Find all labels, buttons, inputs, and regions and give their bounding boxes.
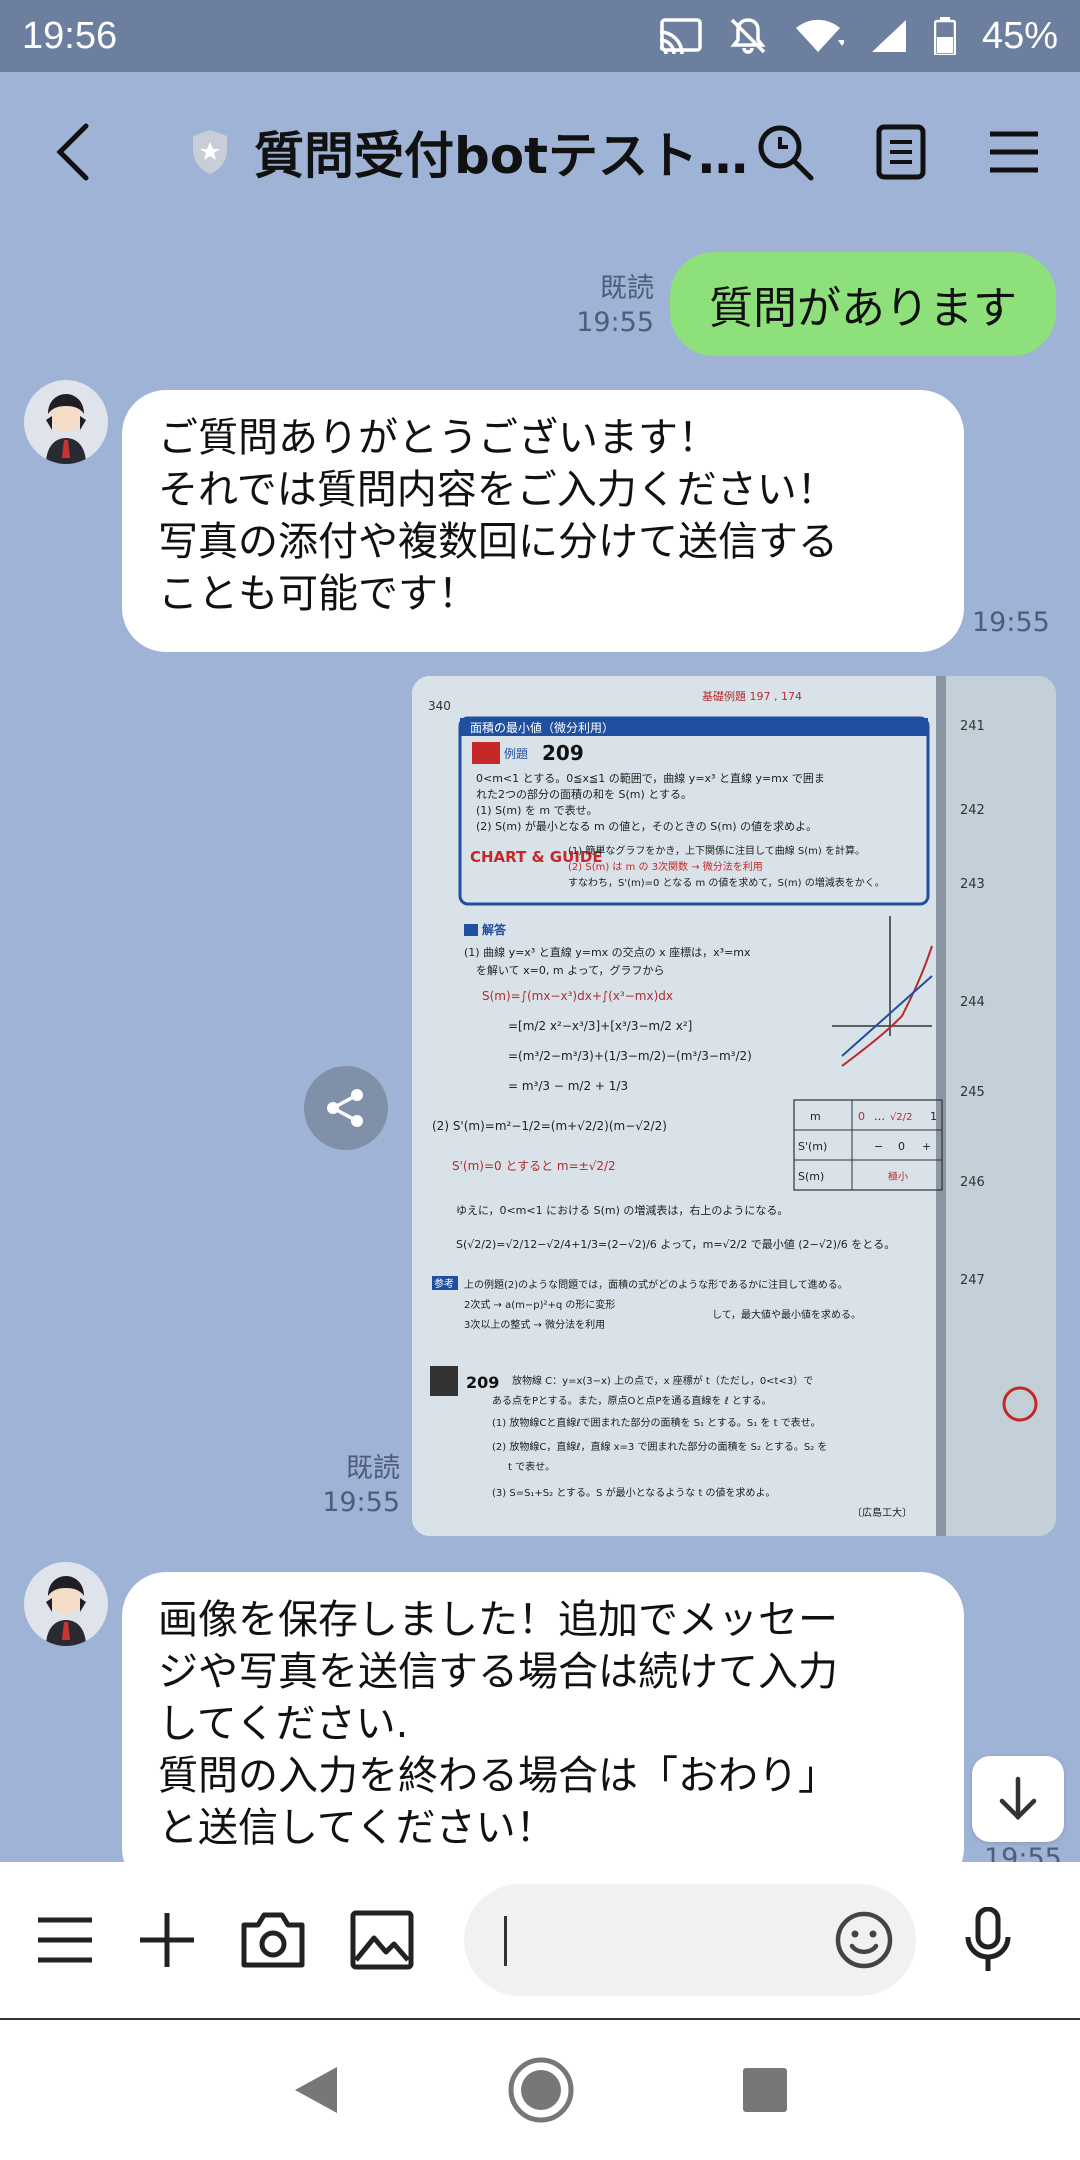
mute-icon	[730, 18, 766, 54]
photo-line: (1) 放物線Cと直線ℓで囲まれた部分の面積を S₁ とする。S₁ を t で表…	[492, 1416, 821, 1429]
notes-icon[interactable]	[876, 124, 926, 180]
exercise-number: 209	[466, 1373, 499, 1392]
chat-title[interactable]: 質問受付botテスト…	[254, 116, 754, 188]
incoming-message[interactable]: ご質問ありがとうございます！ それでは質問内容をご入力ください！ 写真の添付や複…	[122, 390, 964, 652]
cast-icon	[659, 18, 702, 54]
table-cell: S(m)	[798, 1170, 824, 1183]
side-number: 242	[960, 803, 985, 818]
photo-line: S'(m)=0 とすると m=±√2/2	[452, 1159, 616, 1173]
side-number: 244	[960, 995, 985, 1010]
mic-icon[interactable]	[964, 1907, 1012, 1973]
photo-line: (2) 放物線C，直線ℓ，直線 x=3 で囲まれた部分の面積を S₂ とする。S…	[492, 1440, 827, 1453]
image-icon[interactable]	[350, 1910, 414, 1970]
photo-line: 放物線 C：y=x(3−x) 上の点で，x 座標が t（ただし，0<t<3）で	[512, 1374, 813, 1387]
emoji-icon[interactable]	[834, 1910, 894, 1970]
back-arrow-icon	[56, 123, 89, 181]
photo-line: れた2つの部分の面積の和を S(m) とする。	[476, 787, 692, 801]
signal-icon	[871, 20, 906, 52]
back-button[interactable]	[52, 112, 112, 192]
table-cell: √2/2	[890, 1112, 912, 1123]
nav-home-icon[interactable]	[507, 2056, 575, 2124]
status-bar: 19:56 45%	[0, 0, 1080, 72]
menu-icon[interactable]	[36, 1914, 94, 1966]
table-cell: +	[922, 1140, 931, 1153]
camera-icon[interactable]	[240, 1911, 306, 1969]
photo-line: (1) 曲線 y=x³ と直線 y=mx の交点の x 座標は，x³=mx	[464, 945, 751, 959]
outgoing-message[interactable]: 質問があります	[670, 252, 1056, 356]
photo-ref: 基礎例題 197 , 174	[702, 689, 802, 703]
photo-line: して，最大値や最小値を求める。	[712, 1308, 861, 1321]
text-caret	[504, 1916, 507, 1966]
photo-line: 3次以上の整式 → 微分法を利用	[464, 1318, 605, 1331]
table-cell: 1	[930, 1110, 937, 1123]
photo-line: (2) S(m) は m の 3次関数 → 微分法を利用	[568, 860, 763, 873]
share-button[interactable]	[304, 1066, 388, 1150]
read-receipt: 既読 19:55	[322, 1453, 400, 1518]
table-cell: 極小	[888, 1170, 908, 1183]
search-icon[interactable]	[756, 123, 814, 181]
side-number: 243	[960, 877, 985, 892]
photo-line: (3) S=S₁+S₂ とする。S が最小となるような t の値を求めよ。	[492, 1486, 776, 1499]
shield-star-icon	[193, 130, 227, 174]
photo-line: 上の例題(2)のような問題では，面積の式がどのような形であるかに注目して進める。	[464, 1278, 848, 1291]
side-number: 247	[960, 1273, 985, 1288]
message-input[interactable]	[464, 1884, 916, 1996]
photo-line: (2) S(m) が最小となる m の値と，そのときの S(m) の値を求めよ。	[476, 819, 817, 833]
photo-line: =(m³/2−m³/3)+(1/3−m/2)−(m³/3−m³/2)	[508, 1049, 752, 1063]
photo-line: S(√2/2)=√2/12−√2/4+1/3=(2−√2)/6 よって，m=√2…	[456, 1238, 895, 1251]
photo-line: S(m)=∫(mx−x³)dx+∫(x³−mx)dx	[482, 989, 673, 1003]
photo-line: =[m/2 x²−x³/3]+[x³/3−m/2 x²]	[508, 1019, 692, 1033]
status-time: 19:56	[22, 14, 118, 57]
photo-line: すなわち，S'(m)=0 となる m の値を求めて，S(m) の増減表をかく。	[568, 876, 885, 889]
avatar[interactable]	[24, 380, 108, 464]
avatar[interactable]	[24, 1562, 108, 1646]
photo-line: 0<m<1 とする。0≦x≦1 の範囲で，曲線 y=x³ と直線 y=mx で囲…	[476, 771, 825, 785]
table-cell: 0	[858, 1110, 865, 1123]
photo-line: 〔広島工大〕	[852, 1506, 912, 1519]
nav-recents-icon[interactable]	[741, 2066, 789, 2114]
scroll-to-bottom-button[interactable]	[972, 1756, 1064, 1842]
photo-line: (1) 簡単なグラフをかき，上下関係に注目して曲線 S(m) を計算。	[568, 844, 865, 857]
photo-line: (1) S(m) を m で表せ。	[476, 803, 598, 817]
incoming-message[interactable]: 画像を保存しました！追加でメッセー ジや写真を送信する場合は続けて入力 してくだ…	[122, 1572, 964, 1892]
message-time: 19:55	[972, 607, 1050, 638]
chat-header: 質問受付botテスト…	[0, 72, 1080, 232]
photo-line: 2次式 → a(m−p)²+q の形に変形	[464, 1298, 615, 1311]
menu-icon[interactable]	[988, 130, 1040, 174]
share-icon	[327, 1089, 363, 1127]
reference-label: 参考	[434, 1277, 454, 1290]
photo-line: = m³/3 − m/2 + 1/3	[508, 1079, 628, 1093]
side-number: 245	[960, 1085, 985, 1100]
table-cell: m	[810, 1110, 821, 1123]
arrow-down-icon	[999, 1776, 1037, 1821]
side-number: 241	[960, 719, 985, 734]
table-cell: 0	[898, 1140, 905, 1153]
photo-line: t で表せ。	[508, 1460, 555, 1473]
photo-line: (2) S'(m)=m²−1/2=(m+√2/2)(m−√2/2)	[432, 1119, 667, 1133]
example-label: 例題	[504, 747, 528, 761]
plus-icon[interactable]	[138, 1911, 196, 1969]
table-cell: …	[874, 1110, 885, 1123]
system-nav-bar	[0, 2018, 1080, 2160]
photo-heading: 面積の最小値（微分利用）	[470, 720, 614, 735]
wifi-icon	[795, 19, 844, 52]
answer-label: 解答	[482, 922, 507, 937]
table-cell: S'(m)	[798, 1140, 827, 1153]
battery-percent: 45%	[981, 14, 1058, 57]
page-number: 340	[428, 699, 451, 713]
nav-back-icon[interactable]	[291, 2063, 341, 2117]
message-input-bar	[0, 1862, 1080, 2018]
photo-line: ある点をPとする。また，原点Oと点Pを通る直線を ℓ とする。	[492, 1394, 772, 1407]
side-number: 246	[960, 1175, 985, 1190]
battery-icon	[933, 17, 956, 55]
photo-line: を解いて x=0, m よって，グラフから	[476, 963, 664, 977]
read-receipt: 既読 19:55	[576, 273, 654, 338]
photo-line: ゆえに，0<m<1 における S(m) の増減表は，右上のようになる。	[456, 1203, 788, 1217]
table-cell: −	[874, 1140, 883, 1153]
example-number: 209	[542, 741, 584, 765]
photo-message[interactable]: 340 面積の最小値（微分利用） 基礎例題 197 , 174 例題 209 0…	[412, 676, 1056, 1536]
